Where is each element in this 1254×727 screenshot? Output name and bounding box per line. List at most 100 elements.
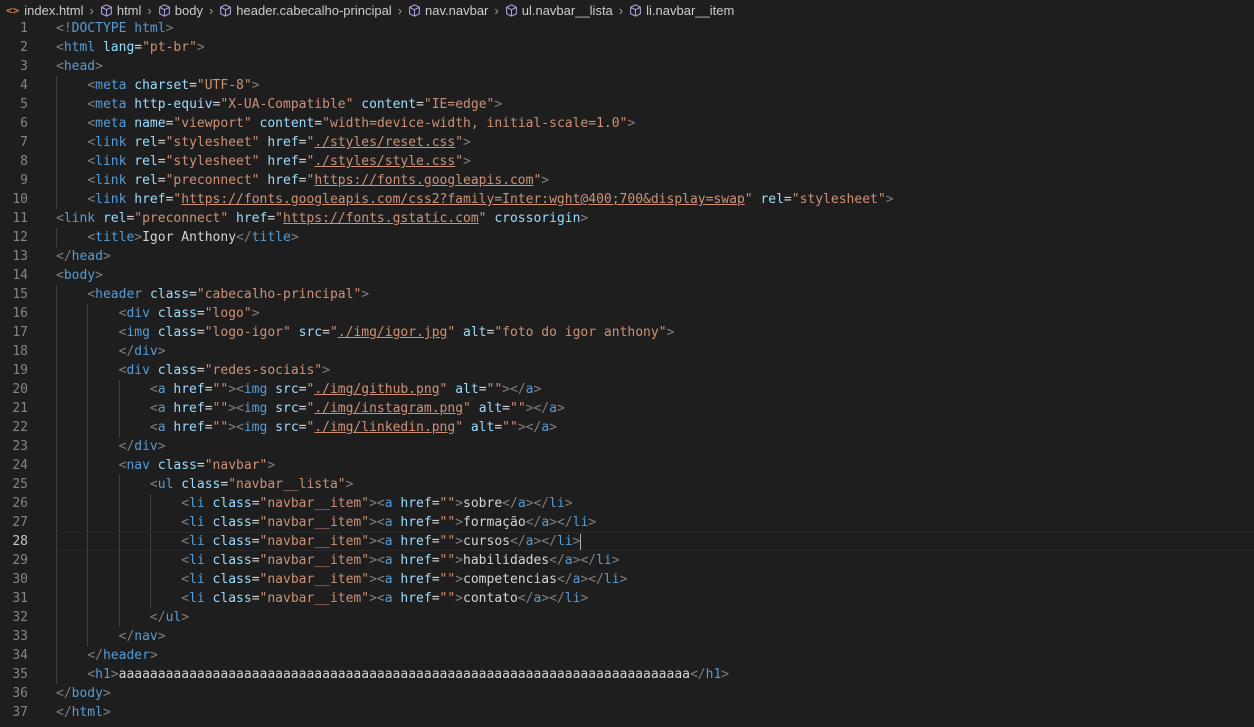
code-text: </head>: [56, 249, 111, 264]
symbol-cube-icon: [219, 3, 232, 17]
code-text: <html lang="pt-br">: [56, 40, 205, 55]
code-text: </nav>: [118, 629, 166, 644]
breadcrumb: <> index.html › html › body › header.cabecalh…: [0, 0, 1254, 20]
breadcrumb-item[interactable]: body: [158, 3, 203, 18]
code-text: <meta charset="UTF-8">: [87, 78, 260, 93]
code-line[interactable]: 6 <meta name="viewport" content="width=d…: [0, 114, 1254, 133]
code-line[interactable]: 36 </body>: [0, 684, 1254, 703]
line-number: 6: [20, 116, 28, 131]
line-number: 10: [12, 192, 28, 207]
code-line[interactable]: 13 </head>: [0, 247, 1254, 266]
code-text: </ul>: [149, 610, 190, 625]
code-text: <header class="cabecalho-principal">: [87, 287, 370, 302]
line-number: 32: [12, 610, 28, 625]
code-text: <nav class="navbar">: [118, 458, 276, 473]
breadcrumb-item[interactable]: header.cabecalho-principal: [219, 2, 392, 18]
symbol-cube-icon: [505, 3, 518, 17]
breadcrumb-file[interactable]: <> index.html: [6, 3, 84, 18]
code-line[interactable]: 34 </header>: [0, 646, 1254, 665]
line-number: 20: [12, 382, 28, 397]
breadcrumb-item[interactable]: nav.navbar: [408, 3, 488, 18]
code-text: <link rel="preconnect" href="https://fon…: [56, 211, 589, 226]
line-number: 29: [12, 553, 28, 568]
code-line[interactable]: 8 <link rel="stylesheet" href="./styles/…: [0, 152, 1254, 171]
text-cursor: [580, 533, 582, 550]
code-line[interactable]: 7 <link rel="stylesheet" href="./styles/…: [0, 133, 1254, 152]
code-line[interactable]: 5 <meta http-equiv="X-UA-Compatible" con…: [0, 95, 1254, 114]
code-line[interactable]: 19 <div class="redes-sociais">: [0, 361, 1254, 380]
breadcrumb-item-label: nav.navbar: [425, 2, 489, 18]
breadcrumb-file-label: index.html: [24, 2, 84, 18]
line-number: 25: [12, 477, 28, 492]
code-text: </header>: [87, 648, 158, 663]
code-line[interactable]: 27 <li class="navbar__item"><a href="">f…: [0, 513, 1254, 532]
code-line[interactable]: 15 <header class="cabecalho-principal">: [0, 285, 1254, 304]
line-number: 16: [12, 306, 28, 321]
code-line[interactable]: 37 </html>: [0, 703, 1254, 722]
code-text: <!DOCTYPE html>: [56, 21, 174, 36]
code-line[interactable]: 23 </div>: [0, 437, 1254, 456]
breadcrumb-item[interactable]: ul.navbar__lista: [505, 3, 613, 18]
code-line[interactable]: 10 <link href="https://fonts.googleapis.…: [0, 190, 1254, 209]
code-line[interactable]: 28 <li class="navbar__item"><a href="">c…: [12, 532, 1254, 552]
code-line[interactable]: 11 <link rel="preconnect" href="https://f…: [0, 209, 1254, 228]
symbol-cube-icon: [158, 3, 171, 17]
code-text: <title>Igor Anthony</title>: [87, 230, 299, 245]
code-line[interactable]: 2 <html lang="pt-br">: [0, 38, 1254, 57]
line-number: 5: [20, 97, 28, 112]
line-number: 30: [12, 572, 28, 587]
line-number: 27: [12, 515, 28, 530]
breadcrumb-item-label: header.cabecalho-principal: [236, 2, 392, 18]
breadcrumb-item[interactable]: li.navbar__item: [629, 3, 734, 18]
code-line[interactable]: 30 <li class="navbar__item"><a href="">c…: [0, 570, 1254, 589]
code-line[interactable]: 29 <li class="navbar__item"><a href="">h…: [0, 551, 1254, 570]
line-number: 12: [12, 230, 28, 245]
chevron-right-icon: ›: [618, 2, 624, 18]
code-line[interactable]: 20 <a href=""><img src="./img/github.png…: [0, 380, 1254, 399]
line-number: 26: [12, 496, 28, 511]
code-line[interactable]: 1 <!DOCTYPE html>: [0, 19, 1254, 38]
breadcrumb-item[interactable]: html: [100, 3, 141, 18]
code-line[interactable]: 31 <li class="navbar__item"><a href="">c…: [0, 589, 1254, 608]
line-number: 35: [12, 667, 28, 682]
line-number: 4: [20, 78, 28, 93]
code-line[interactable]: 22 <a href=""><img src="./img/linkedin.p…: [0, 418, 1254, 437]
code-editor[interactable]: 1 <!DOCTYPE html> 2 <html lang="pt-br"> 3 <he…: [0, 19, 1254, 727]
code-line[interactable]: 18 </div>: [0, 342, 1254, 361]
code-text: <link rel="stylesheet" href="./styles/st…: [87, 154, 471, 169]
code-line[interactable]: 17 <img class="logo-igor" src="./img/igo…: [0, 323, 1254, 342]
line-number: 13: [12, 249, 28, 264]
code-text: <link rel="preconnect" href="https://fon…: [87, 173, 550, 188]
line-number: 28: [12, 534, 28, 549]
code-line[interactable]: 4 <meta charset="UTF-8">: [0, 76, 1254, 95]
breadcrumb-item-label: ul.navbar__lista: [521, 2, 613, 18]
code-line[interactable]: 21 <a href=""><img src="./img/instagram.…: [0, 399, 1254, 418]
code-line[interactable]: 3 <head>: [0, 57, 1254, 76]
breadcrumb-item-label: li.navbar__item: [646, 2, 735, 18]
symbol-cube-icon: [629, 3, 642, 17]
html-file-icon: <>: [6, 3, 20, 17]
line-number: 17: [12, 325, 28, 340]
line-number: 31: [12, 591, 28, 606]
code-text: <a href=""><img src="./img/linkedin.png"…: [149, 420, 557, 435]
code-line[interactable]: 33 </nav>: [0, 627, 1254, 646]
code-line[interactable]: 35 <h1>aaaaaaaaaaaaaaaaaaaaaaaaaaaaaaaaa…: [0, 665, 1254, 684]
code-line[interactable]: 24 <nav class="navbar">: [0, 456, 1254, 475]
line-number: 33: [12, 629, 28, 644]
code-line[interactable]: 9 <link rel="preconnect" href="https://f…: [0, 171, 1254, 190]
code-line[interactable]: 16 <div class="logo">: [0, 304, 1254, 323]
code-line[interactable]: 12 <title>Igor Anthony</title>: [0, 228, 1254, 247]
code-line[interactable]: 14 <body>: [0, 266, 1254, 285]
code-text: <link href="https://fonts.googleapis.com…: [87, 192, 894, 207]
line-number: 36: [12, 686, 28, 701]
breadcrumb-item-label: body: [174, 2, 203, 18]
code-text: <div class="redes-sociais">: [118, 363, 330, 378]
code-text: <li class="navbar__item"><a href="">sobr…: [181, 496, 573, 511]
code-line[interactable]: 25 <ul class="navbar__lista">: [0, 475, 1254, 494]
code-line[interactable]: 32 </ul>: [0, 608, 1254, 627]
code-text: <li class="navbar__item"><a href="">cont…: [181, 591, 589, 606]
code-text: </div>: [118, 439, 166, 454]
line-number: 37: [12, 705, 28, 720]
code-line[interactable]: 26 <li class="navbar__item"><a href="">s…: [0, 494, 1254, 513]
code-text: <head>: [56, 59, 103, 74]
